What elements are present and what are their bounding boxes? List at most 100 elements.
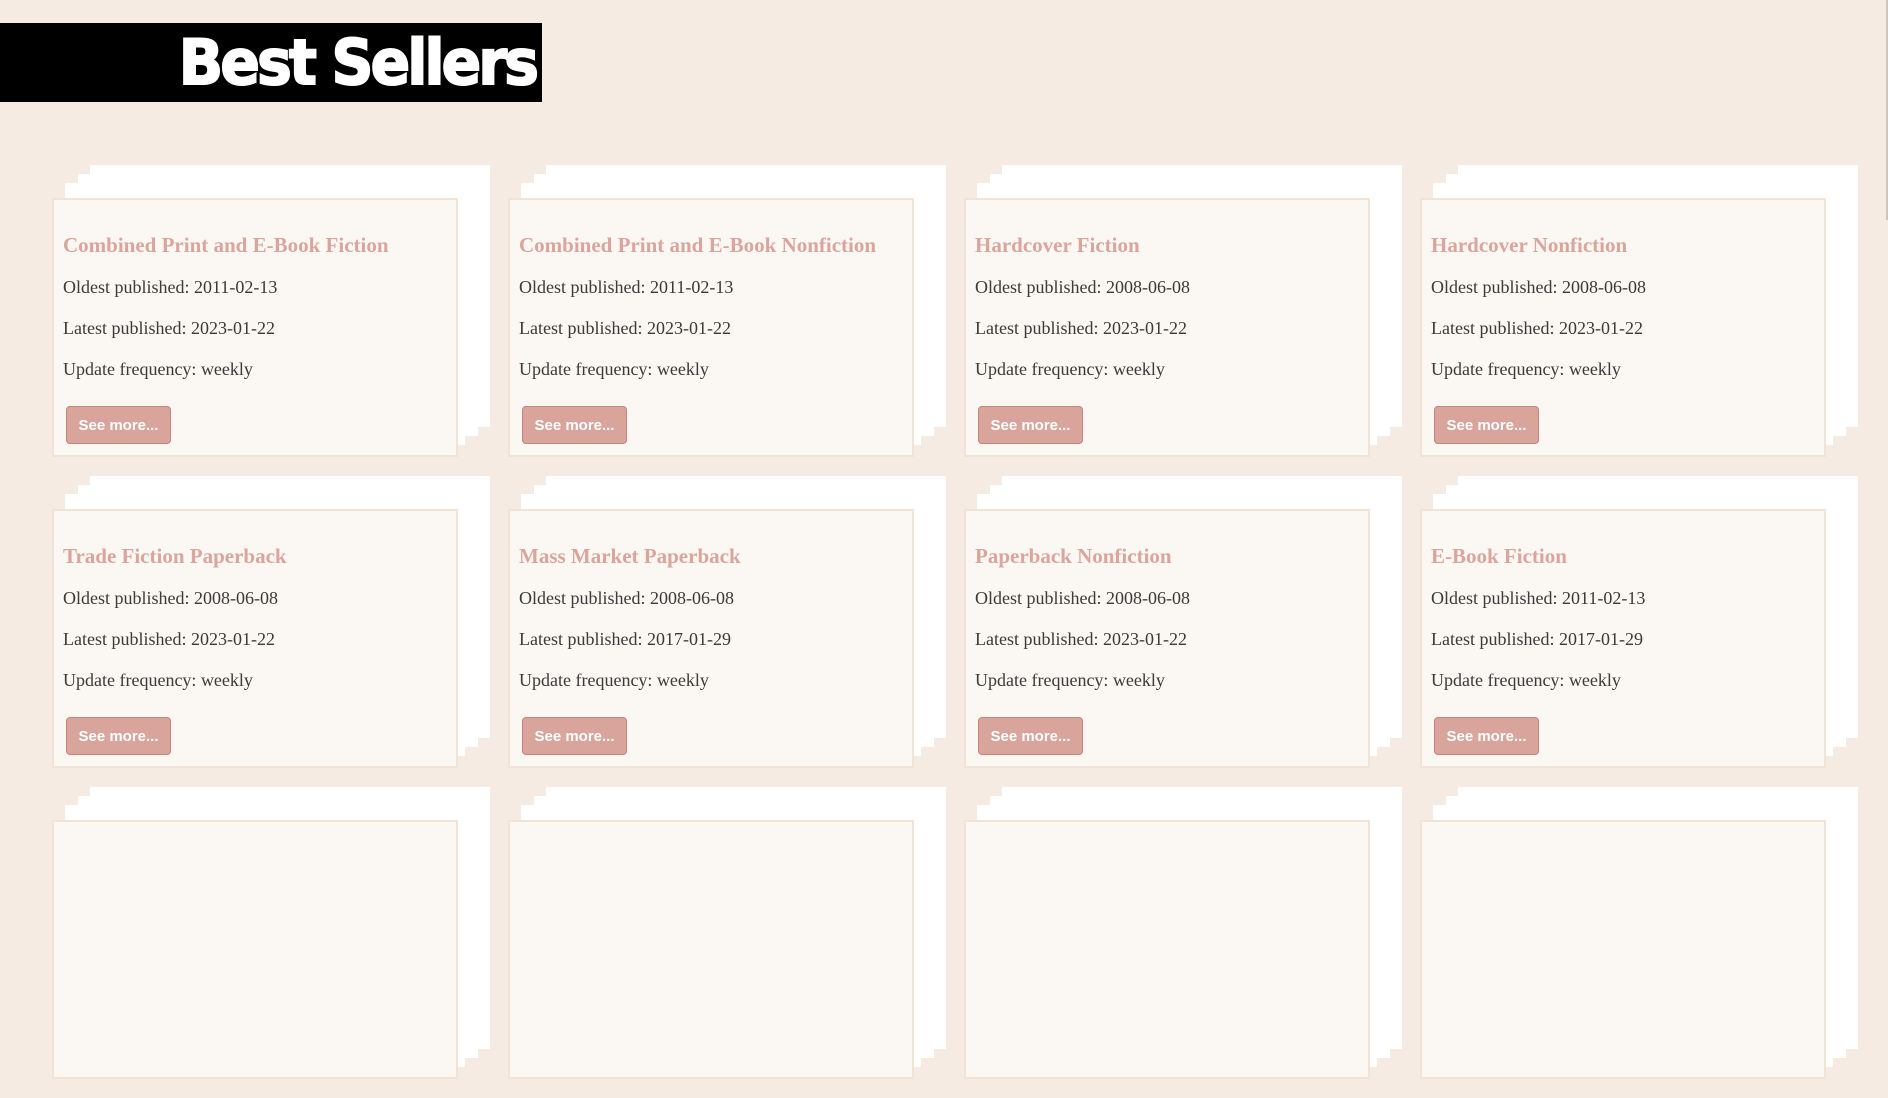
update-frequency-label: Update frequency: — [1431, 359, 1565, 379]
oldest-published-value: 2011-02-13 — [1562, 588, 1646, 608]
oldest-published: Oldest published: 2011-02-13 — [63, 277, 447, 297]
latest-published-label: Latest published: — [1431, 318, 1555, 338]
update-frequency-label: Update frequency: — [975, 359, 1109, 379]
latest-published-label: Latest published: — [975, 629, 1099, 649]
list-title: Mass Market Paperback — [519, 544, 741, 568]
oldest-published-value: 2008-06-08 — [650, 588, 734, 608]
update-frequency-value: weekly — [1112, 670, 1165, 690]
see-more-button[interactable]: See more... — [66, 717, 171, 755]
list-card-partial — [1420, 787, 1858, 1098]
list-card-face: Combined Print and E-Book Fiction Oldest… — [52, 198, 458, 457]
update-frequency-label: Update frequency: — [975, 670, 1109, 690]
list-card-face — [964, 820, 1370, 1079]
update-frequency: Update frequency: weekly — [63, 359, 447, 379]
latest-published-value: 2023-01-22 — [1558, 318, 1643, 338]
oldest-published-label: Oldest published: — [519, 588, 646, 608]
list-card-face: Mass Market Paperback Oldest published: … — [508, 509, 914, 768]
list-card-face — [1420, 820, 1826, 1079]
update-frequency-value: weekly — [200, 359, 253, 379]
latest-published: Latest published: 2023-01-22 — [1431, 318, 1815, 338]
latest-published: Latest published: 2017-01-29 — [1431, 629, 1815, 649]
list-card-face: Hardcover Fiction Oldest published: 2008… — [964, 198, 1370, 457]
list-title: Hardcover Fiction — [975, 233, 1140, 257]
see-more-button[interactable]: See more... — [66, 406, 171, 444]
update-frequency-value: weekly — [656, 670, 709, 690]
oldest-published-label: Oldest published: — [1431, 588, 1558, 608]
see-more-button[interactable]: See more... — [1434, 406, 1539, 444]
bestseller-lists-grid: Combined Print and E-Book Fiction Oldest… — [52, 165, 1858, 1098]
list-title: E-Book Fiction — [1431, 544, 1567, 568]
list-card-face: Trade Fiction Paperback Oldest published… — [52, 509, 458, 768]
update-frequency: Update frequency: weekly — [63, 670, 447, 690]
list-card-face: E-Book Fiction Oldest published: 2011-02… — [1420, 509, 1826, 768]
latest-published-value: 2023-01-22 — [190, 318, 275, 338]
oldest-published: Oldest published: 2008-06-08 — [975, 277, 1359, 297]
page-header: Best Sellers — [0, 23, 542, 102]
latest-published: Latest published: 2023-01-22 — [975, 318, 1359, 338]
list-card-face — [52, 820, 458, 1079]
list-title: Combined Print and E-Book Fiction — [63, 233, 389, 257]
latest-published-label: Latest published: — [63, 629, 187, 649]
list-title: Combined Print and E-Book Nonfiction — [519, 233, 877, 257]
oldest-published-label: Oldest published: — [975, 277, 1102, 297]
oldest-published: Oldest published: 2008-06-08 — [1431, 277, 1815, 297]
update-frequency-value: weekly — [1112, 359, 1165, 379]
latest-published: Latest published: 2023-01-22 — [63, 318, 447, 338]
latest-published-label: Latest published: — [975, 318, 1099, 338]
list-card-face: Combined Print and E-Book Nonfiction Old… — [508, 198, 914, 457]
latest-published-value: 2023-01-22 — [1102, 318, 1187, 338]
oldest-published-label: Oldest published: — [519, 277, 646, 297]
list-card-partial — [508, 787, 946, 1098]
oldest-published: Oldest published: 2011-02-13 — [519, 277, 903, 297]
list-card: Combined Print and E-Book Nonfiction Old… — [508, 165, 946, 476]
see-more-button[interactable]: See more... — [522, 406, 627, 444]
list-card: Hardcover Fiction Oldest published: 2008… — [964, 165, 1402, 476]
list-card: Mass Market Paperback Oldest published: … — [508, 476, 946, 787]
oldest-published-value: 2008-06-08 — [1106, 277, 1190, 297]
list-card-face: Hardcover Nonfiction Oldest published: 2… — [1420, 198, 1826, 457]
latest-published: Latest published: 2017-01-29 — [519, 629, 903, 649]
oldest-published-value: 2011-02-13 — [194, 277, 278, 297]
oldest-published: Oldest published: 2011-02-13 — [1431, 588, 1815, 608]
latest-published-label: Latest published: — [63, 318, 187, 338]
list-card: Trade Fiction Paperback Oldest published… — [52, 476, 490, 787]
list-card: Hardcover Nonfiction Oldest published: 2… — [1420, 165, 1858, 476]
latest-published-value: 2017-01-29 — [646, 629, 731, 649]
list-title: Hardcover Nonfiction — [1431, 233, 1628, 257]
update-frequency-value: weekly — [1568, 670, 1621, 690]
list-title: Trade Fiction Paperback — [63, 544, 287, 568]
oldest-published-value: 2011-02-13 — [650, 277, 734, 297]
update-frequency: Update frequency: weekly — [975, 359, 1359, 379]
update-frequency-value: weekly — [1568, 359, 1621, 379]
latest-published-value: 2023-01-22 — [1102, 629, 1187, 649]
list-card-partial — [964, 787, 1402, 1098]
oldest-published: Oldest published: 2008-06-08 — [63, 588, 447, 608]
latest-published-label: Latest published: — [519, 629, 643, 649]
update-frequency: Update frequency: weekly — [975, 670, 1359, 690]
page-title: Best Sellers — [178, 25, 540, 99]
list-title: Paperback Nonfiction — [975, 544, 1172, 568]
list-card-partial — [52, 787, 490, 1098]
list-card-face: Paperback Nonfiction Oldest published: 2… — [964, 509, 1370, 768]
update-frequency-label: Update frequency: — [1431, 670, 1565, 690]
list-card: E-Book Fiction Oldest published: 2011-02… — [1420, 476, 1858, 787]
update-frequency-value: weekly — [200, 670, 253, 690]
oldest-published-value: 2008-06-08 — [194, 588, 278, 608]
latest-published-value: 2023-01-22 — [190, 629, 275, 649]
oldest-published-label: Oldest published: — [1431, 277, 1558, 297]
latest-published-label: Latest published: — [519, 318, 643, 338]
latest-published: Latest published: 2023-01-22 — [975, 629, 1359, 649]
oldest-published: Oldest published: 2008-06-08 — [975, 588, 1359, 608]
see-more-button[interactable]: See more... — [978, 406, 1083, 444]
see-more-button[interactable]: See more... — [522, 717, 627, 755]
latest-published: Latest published: 2023-01-22 — [519, 318, 903, 338]
latest-published-value: 2017-01-29 — [1558, 629, 1643, 649]
update-frequency-label: Update frequency: — [63, 359, 197, 379]
update-frequency-label: Update frequency: — [519, 359, 653, 379]
list-card: Combined Print and E-Book Fiction Oldest… — [52, 165, 490, 476]
latest-published-value: 2023-01-22 — [646, 318, 731, 338]
oldest-published-value: 2008-06-08 — [1106, 588, 1190, 608]
see-more-button[interactable]: See more... — [1434, 717, 1539, 755]
list-card: Paperback Nonfiction Oldest published: 2… — [964, 476, 1402, 787]
see-more-button[interactable]: See more... — [978, 717, 1083, 755]
